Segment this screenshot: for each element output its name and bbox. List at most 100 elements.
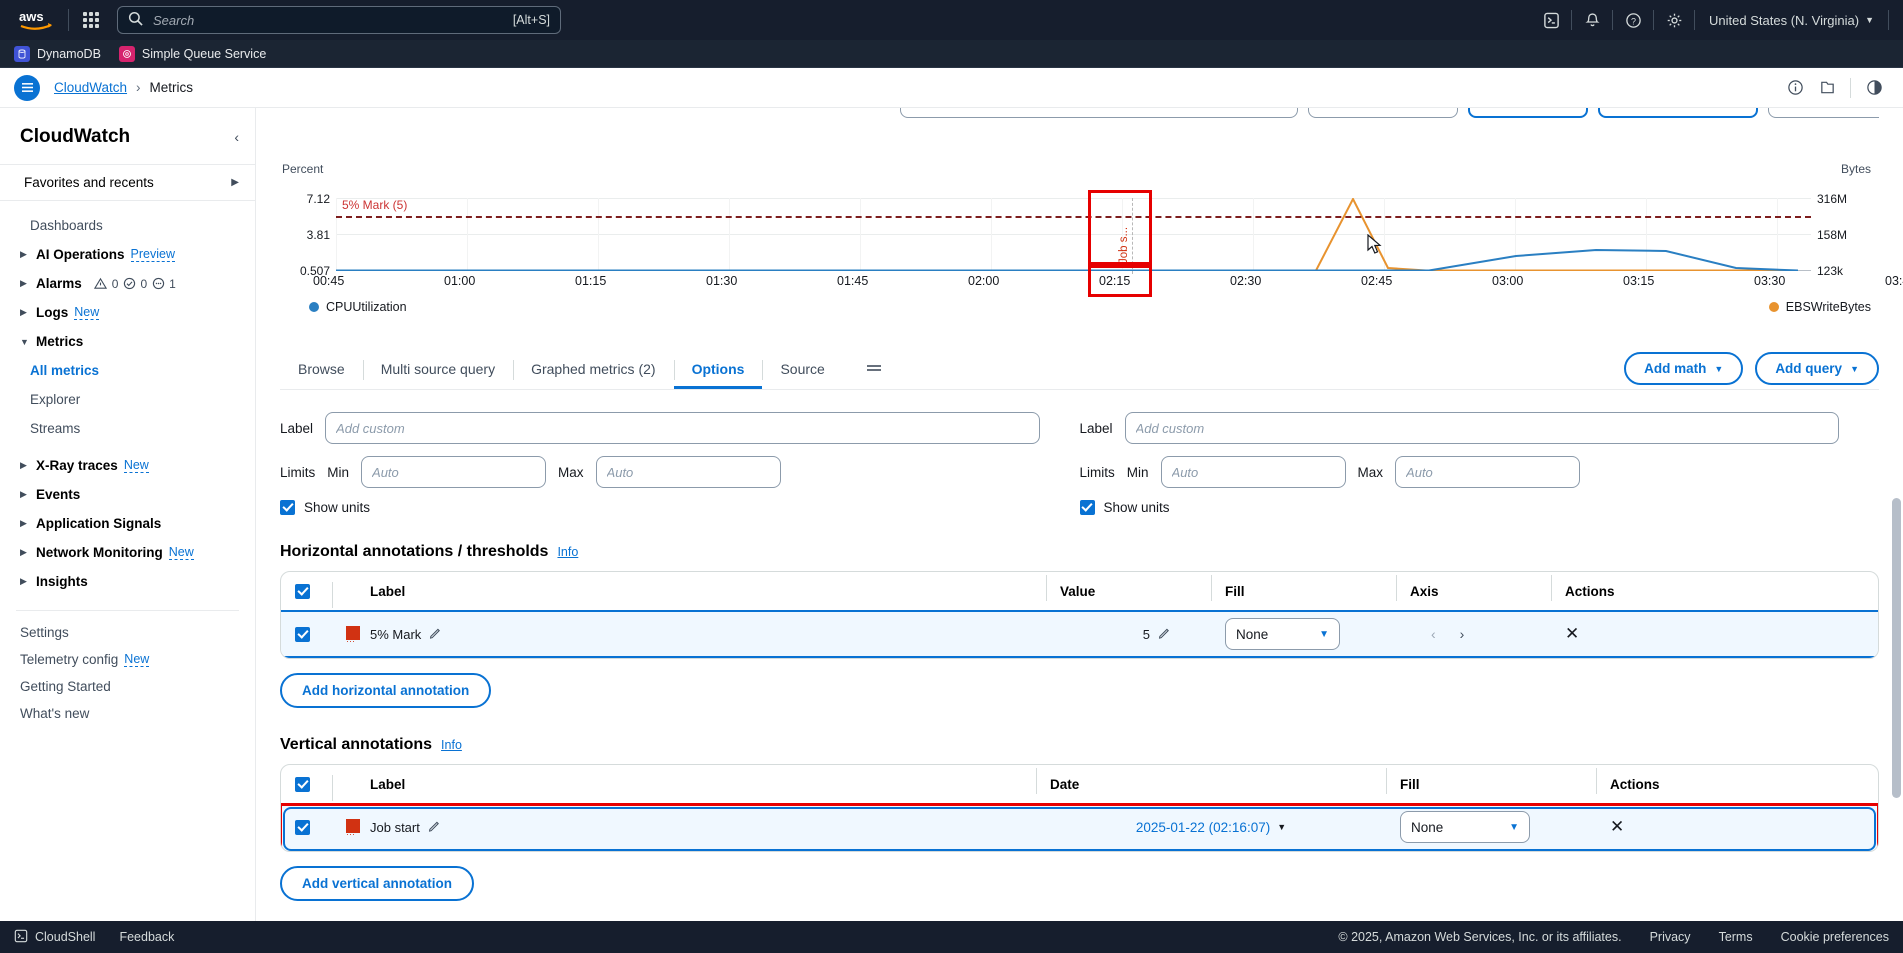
new-badge[interactable]: New — [124, 652, 149, 667]
sidebar-item-insights[interactable]: ▶ Insights — [0, 567, 255, 596]
sidebar-item-application-signals[interactable]: ▶ Application Signals — [0, 509, 255, 538]
left-show-units-checkbox[interactable] — [280, 500, 295, 515]
feedback-link[interactable]: Feedback — [119, 930, 174, 944]
right-limits-row: Limits Min Max — [1080, 456, 1840, 488]
privacy-link[interactable]: Privacy — [1650, 930, 1691, 944]
help-question-icon[interactable]: ? — [1613, 0, 1653, 40]
sidebar-item-network-monitoring[interactable]: ▶ Network Monitoring New — [0, 538, 255, 567]
breadcrumb-cloudwatch[interactable]: CloudWatch — [54, 80, 127, 95]
sidebar-item-explorer[interactable]: Explorer — [0, 385, 255, 414]
fill-select[interactable]: None ▼ — [1400, 811, 1530, 843]
sidebar-item-getting-started[interactable]: Getting Started — [0, 673, 255, 700]
sidebar-item-xray-traces[interactable]: ▶ X-Ray traces New — [0, 451, 255, 480]
toolbar-control-2[interactable] — [1308, 108, 1458, 118]
chevron-right-icon: ▶ — [231, 177, 239, 188]
equalizer-icon[interactable] — [865, 360, 883, 380]
new-badge[interactable]: New — [74, 305, 99, 320]
remove-annotation-button[interactable]: ✕ — [1565, 624, 1579, 643]
shortcut-sqs[interactable]: Simple Queue Service — [119, 46, 266, 62]
right-min-input[interactable] — [1161, 456, 1346, 488]
x-tick-label: 02:15 — [1099, 274, 1130, 288]
new-badge[interactable]: New — [124, 458, 149, 473]
sidebar-item-all-metrics[interactable]: All metrics — [0, 356, 255, 385]
settings-toggle-icon[interactable] — [1859, 73, 1889, 103]
sidebar-item-metrics[interactable]: ▼ Metrics — [0, 327, 255, 356]
apps-grid-icon[interactable] — [79, 8, 103, 32]
add-horizontal-annotation-button[interactable]: Add horizontal annotation — [280, 673, 491, 708]
toolbar-control-4[interactable] — [1598, 108, 1758, 118]
scrollbar-thumb[interactable] — [1892, 498, 1901, 798]
settings-gear-icon[interactable] — [1654, 0, 1694, 40]
sidebar-item-streams[interactable]: Streams — [0, 414, 255, 443]
tab-source[interactable]: Source — [762, 350, 842, 389]
left-max-input[interactable] — [596, 456, 781, 488]
cookie-preferences-link[interactable]: Cookie preferences — [1781, 930, 1889, 944]
notifications-bell-icon[interactable] — [1572, 0, 1612, 40]
left-label-row: Label — [280, 412, 1040, 444]
search-input[interactable] — [151, 12, 505, 29]
aws-logo[interactable]: aws — [14, 9, 58, 31]
row-select-checkbox[interactable] — [295, 627, 310, 642]
sidebar-item-telemetry-config[interactable]: Telemetry config New — [0, 646, 255, 673]
sidebar-item-events[interactable]: ▶ Events — [0, 480, 255, 509]
axis-next-button[interactable]: › — [1453, 626, 1472, 642]
edit-pencil-icon[interactable] — [428, 819, 441, 835]
sidebar-item-alarms[interactable]: ▶ Alarms 0 0 1 — [0, 269, 255, 298]
chevron-down-icon[interactable]: ▼ — [1277, 822, 1286, 832]
service-shortcut-bar: DynamoDB Simple Queue Service — [0, 40, 1903, 68]
preview-badge[interactable]: Preview — [131, 247, 175, 262]
vertical-annotations-info-link[interactable]: Info — [441, 738, 462, 752]
main-scrollbar[interactable] — [1892, 108, 1901, 952]
sidebar-item-dashboards[interactable]: Dashboards — [0, 211, 255, 240]
sidebar-item-label: Favorites and recents — [24, 175, 154, 190]
left-label-input[interactable] — [325, 412, 1039, 444]
fill-select[interactable]: None ▼ — [1225, 618, 1340, 650]
menu-hamburger-icon[interactable] — [14, 75, 40, 101]
select-all-horizontal-checkbox[interactable] — [295, 584, 310, 599]
toolbar-control-3[interactable] — [1468, 108, 1588, 118]
new-badge[interactable]: New — [169, 545, 194, 560]
chevron-left-icon[interactable]: ‹ — [234, 129, 239, 145]
region-selector[interactable]: United States (N. Virginia) ▼ — [1695, 13, 1888, 28]
sidebar-item-settings[interactable]: Settings — [0, 619, 255, 646]
info-circle-icon[interactable] — [1780, 73, 1810, 103]
right-show-units-checkbox[interactable] — [1080, 500, 1095, 515]
horizontal-annotations-info-link[interactable]: Info — [557, 545, 578, 559]
tab-multi-source-query[interactable]: Multi source query — [363, 350, 513, 389]
tab-options[interactable]: Options — [674, 350, 763, 389]
edit-pencil-icon[interactable] — [429, 626, 442, 642]
row-select-checkbox[interactable] — [295, 820, 310, 835]
sidebar-item-favorites-and-recents[interactable]: Favorites and recents ▶ — [0, 165, 255, 200]
cloudshell-button[interactable]: CloudShell — [14, 929, 95, 946]
cloudshell-icon[interactable] — [1531, 0, 1571, 40]
right-label-input[interactable] — [1125, 412, 1839, 444]
sidebar-item-logs[interactable]: ▶ Logs New — [0, 298, 255, 327]
annotation-date[interactable]: 2025-01-22 (02:16:07) — [1136, 820, 1270, 835]
tab-graphed-metrics[interactable]: Graphed metrics (2) — [513, 350, 673, 389]
right-show-units-row[interactable]: Show units — [1080, 500, 1840, 515]
add-vertical-annotation-button[interactable]: Add vertical annotation — [280, 866, 474, 901]
select-all-vertical-checkbox[interactable] — [295, 777, 310, 792]
remove-annotation-button[interactable]: ✕ — [1610, 817, 1624, 836]
annotation-color-swatch[interactable] — [346, 819, 360, 833]
add-query-button[interactable]: Add query ▼ — [1755, 352, 1879, 385]
alarm-insufficient-icon — [151, 277, 165, 291]
toolbar-control-5[interactable] — [1768, 108, 1879, 118]
left-show-units-row[interactable]: Show units — [280, 500, 1040, 515]
sidebar-item-ai-operations[interactable]: ▶ AI Operations Preview — [0, 240, 255, 269]
search-bar[interactable]: [Alt+S] — [117, 6, 561, 34]
add-math-button[interactable]: Add math ▼ — [1624, 352, 1743, 385]
edit-pencil-icon[interactable] — [1158, 626, 1171, 642]
shortcut-dynamodb[interactable]: DynamoDB — [14, 46, 101, 62]
left-min-input[interactable] — [361, 456, 546, 488]
terms-link[interactable]: Terms — [1719, 930, 1753, 944]
right-max-input[interactable] — [1395, 456, 1580, 488]
annotation-color-swatch[interactable] — [346, 626, 360, 640]
legend-item-ebswritebytes[interactable]: EBSWriteBytes — [1769, 300, 1871, 314]
toolbar-control-1[interactable] — [900, 108, 1298, 118]
tab-browse[interactable]: Browse — [280, 350, 363, 389]
sidebar-item-whats-new[interactable]: What's new — [0, 700, 255, 727]
legend-item-cpuutilization[interactable]: CPUUtilization — [309, 300, 407, 314]
axis-prev-button[interactable]: ‹ — [1424, 626, 1443, 642]
folder-icon[interactable] — [1812, 73, 1842, 103]
